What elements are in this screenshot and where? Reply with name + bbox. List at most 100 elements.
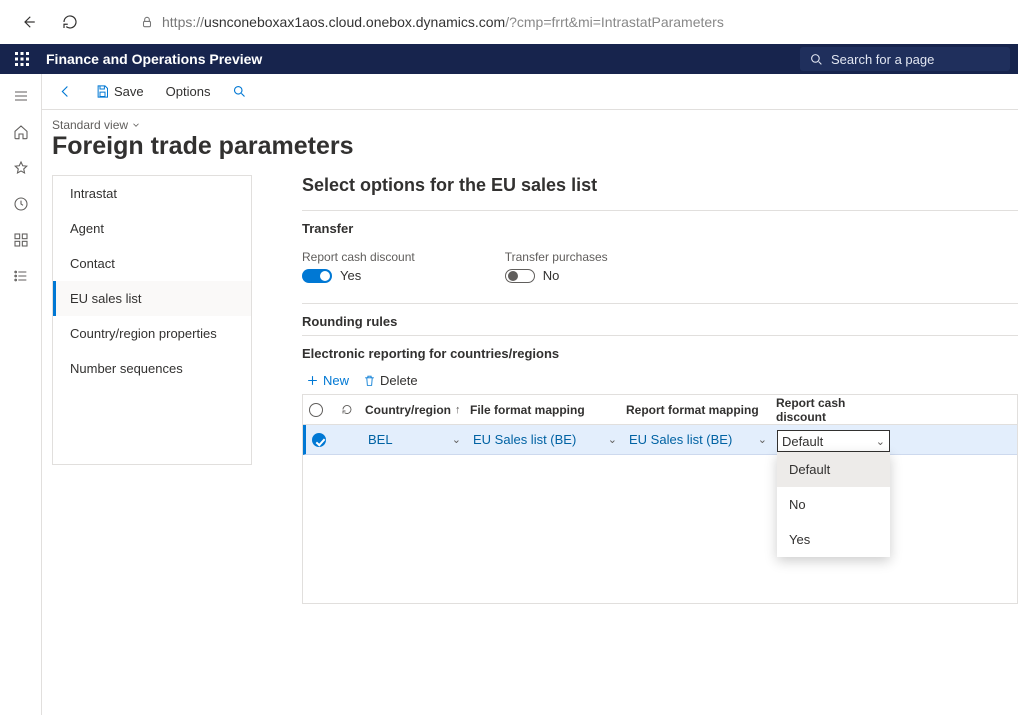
sidebar-item-contact[interactable]: Contact [53, 246, 251, 281]
delete-label: Delete [380, 373, 418, 388]
combobox-value: Default [782, 434, 823, 449]
browser-address-bar[interactable]: https://usnconeboxax1aos.cloud.onebox.dy… [132, 10, 1004, 34]
nav-favorites-button[interactable] [7, 154, 35, 182]
refresh-icon [61, 13, 79, 31]
file-format-mapping-cell[interactable]: EU Sales list (BE) ⌄ [467, 432, 623, 447]
arrow-left-icon [19, 13, 37, 31]
global-search[interactable]: Search for a page [800, 47, 1010, 71]
content-row: Intrastat Agent Contact EU sales list Co… [42, 175, 1018, 715]
column-label: Report format mapping [626, 403, 759, 417]
star-icon [13, 160, 29, 176]
column-file-format-mapping[interactable]: File format mapping [464, 403, 620, 417]
waffle-icon [15, 52, 29, 66]
activity-bar [0, 74, 42, 715]
arrow-left-icon [58, 84, 73, 99]
new-button[interactable]: New [306, 373, 349, 388]
save-icon [95, 84, 110, 99]
app-header: Finance and Operations Preview Search fo… [0, 44, 1018, 74]
nav-workspaces-button[interactable] [7, 226, 35, 254]
dropdown-option-default[interactable]: Default [777, 452, 890, 487]
cell-value: BEL [368, 432, 393, 447]
hamburger-icon [13, 88, 29, 104]
save-label: Save [114, 84, 144, 99]
select-all-checkbox[interactable] [303, 403, 335, 417]
refresh-icon [341, 403, 353, 416]
sidebar-item-agent[interactable]: Agent [53, 211, 251, 246]
column-label: File format mapping [470, 403, 585, 417]
chevron-down-icon: ⌄ [758, 433, 767, 446]
main-pane: Select options for the EU sales list Tra… [252, 175, 1018, 715]
options-label: Options [166, 84, 211, 99]
er-grid: Country/region ↑ File format mapping Repo… [302, 395, 1018, 604]
app-title: Finance and Operations Preview [46, 51, 262, 67]
grid-refresh[interactable] [335, 403, 359, 416]
report-cash-discount-dropdown: Default No Yes [777, 452, 890, 557]
browser-refresh-button[interactable] [56, 8, 84, 36]
nav-recent-button[interactable] [7, 190, 35, 218]
grid-icon [13, 232, 29, 248]
grid-toolbar: New Delete [302, 367, 1018, 395]
column-report-cash-discount[interactable]: Report cash discount [770, 396, 883, 424]
sidebar-item-number-sequences[interactable]: Number sequences [53, 351, 251, 386]
nav-home-button[interactable] [7, 118, 35, 146]
home-icon [13, 124, 29, 140]
toggle-value: Yes [340, 268, 361, 283]
page-area: Save Options Standard view Foreign trade… [42, 74, 1018, 715]
plus-icon [306, 374, 319, 387]
new-label: New [323, 373, 349, 388]
action-search-button[interactable] [226, 80, 253, 103]
browser-toolbar: https://usnconeboxax1aos.cloud.onebox.dy… [0, 0, 1018, 44]
url-path: /?cmp=frrt&mi=IntrastatParameters [505, 14, 724, 30]
url-scheme: https:// [162, 14, 204, 30]
sidebar-item-eu-sales-list[interactable]: EU sales list [53, 281, 251, 316]
options-button[interactable]: Options [160, 80, 217, 103]
browser-back-button[interactable] [14, 8, 42, 36]
chevron-down-icon: ⌄ [876, 435, 885, 448]
report-cash-discount-toggle[interactable] [302, 269, 332, 283]
table-row[interactable]: BEL ⌄ EU Sales list (BE) ⌄ EU Sales list (… [303, 425, 1017, 455]
transfer-section-title: Transfer [302, 211, 1018, 242]
column-label: Country/region [365, 403, 451, 417]
app-launcher-button[interactable] [8, 45, 36, 73]
cell-value: EU Sales list (BE) [473, 432, 576, 447]
view-label: Standard view [52, 118, 128, 132]
row-select-checkbox[interactable] [306, 433, 338, 447]
nav-expand-button[interactable] [7, 82, 35, 110]
chevron-down-icon: ⌄ [452, 433, 461, 446]
clock-icon [13, 196, 29, 212]
transfer-purchases-field: Transfer purchases No [505, 250, 608, 283]
page-header: Standard view Foreign trade parameters [42, 110, 1018, 165]
trash-icon [363, 374, 376, 387]
column-label: Report cash discount [776, 396, 877, 424]
cell-value: EU Sales list (BE) [629, 432, 732, 447]
report-cash-discount-combobox[interactable]: Default ⌄ [777, 430, 890, 452]
electronic-reporting-section-title: Electronic reporting for countries/regio… [302, 336, 1018, 367]
transfer-purchases-toggle[interactable] [505, 269, 535, 283]
field-label: Report cash discount [302, 250, 415, 264]
search-placeholder: Search for a page [831, 52, 934, 67]
list-icon [13, 268, 29, 284]
nav-modules-button[interactable] [7, 262, 35, 290]
dropdown-option-no[interactable]: No [777, 487, 890, 522]
parameters-nav: Intrastat Agent Contact EU sales list Co… [52, 175, 252, 465]
sort-asc-icon: ↑ [455, 404, 461, 416]
chevron-down-icon: ⌄ [608, 433, 617, 446]
section-heading: Select options for the EU sales list [302, 175, 1018, 196]
lock-icon [140, 15, 154, 29]
dropdown-option-yes[interactable]: Yes [777, 522, 890, 557]
save-button[interactable]: Save [89, 80, 150, 103]
page-title: Foreign trade parameters [52, 132, 1002, 161]
view-selector[interactable]: Standard view [52, 118, 1002, 132]
country-region-cell[interactable]: BEL ⌄ [362, 432, 467, 447]
toggle-value: No [543, 268, 560, 283]
column-report-format-mapping[interactable]: Report format mapping [620, 403, 770, 417]
search-icon [232, 84, 247, 99]
sidebar-item-intrastat[interactable]: Intrastat [53, 176, 251, 211]
delete-button[interactable]: Delete [363, 373, 418, 388]
back-button[interactable] [52, 80, 79, 103]
report-cash-discount-field: Report cash discount Yes [302, 250, 415, 283]
report-format-mapping-cell[interactable]: EU Sales list (BE) ⌄ [623, 432, 773, 447]
column-country-region[interactable]: Country/region ↑ [359, 403, 464, 417]
rounding-section-title[interactable]: Rounding rules [302, 304, 1018, 335]
sidebar-item-country-region-properties[interactable]: Country/region properties [53, 316, 251, 351]
